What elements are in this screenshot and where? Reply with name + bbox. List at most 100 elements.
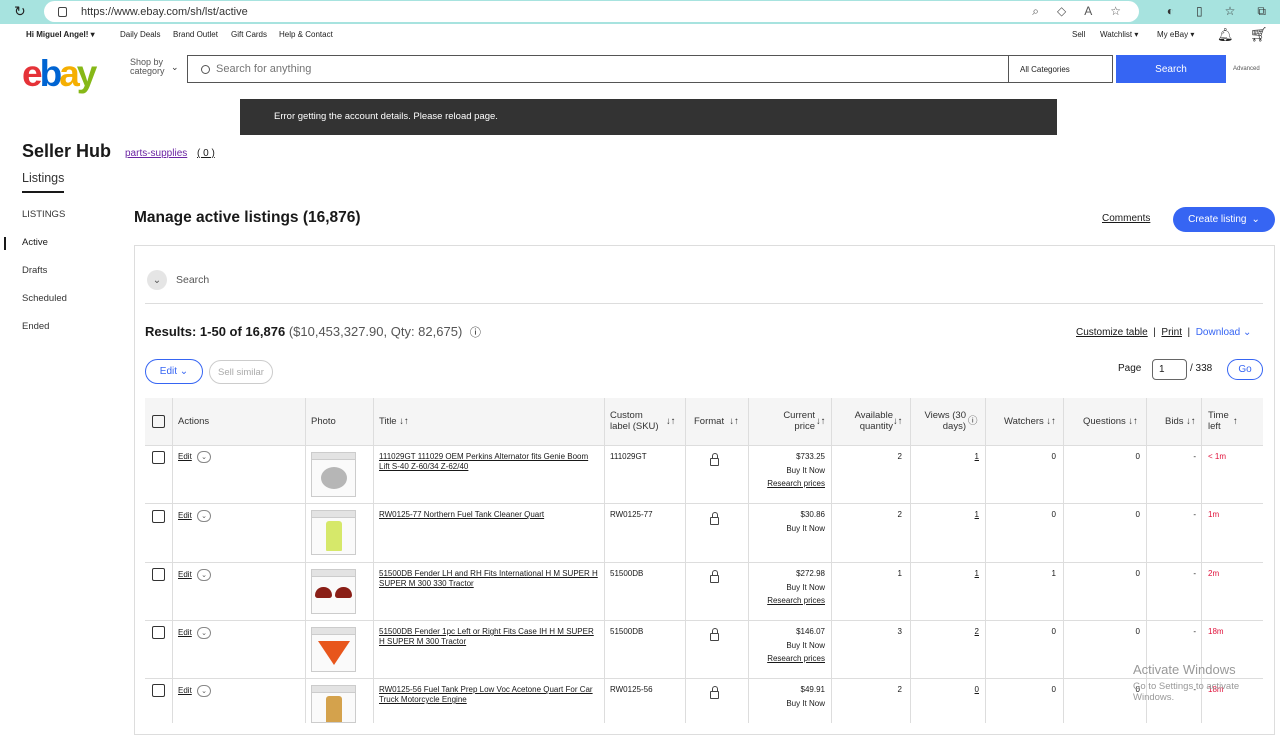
col-price[interactable]: Current price: [779, 410, 815, 432]
sort-ascending-icon[interactable]: ↑: [1233, 416, 1238, 427]
row-checkbox[interactable]: [152, 510, 165, 523]
search-button[interactable]: Search: [1116, 55, 1226, 83]
my-ebay-menu[interactable]: My eBay ▾: [1157, 30, 1194, 39]
chevron-down-icon[interactable]: ⌄: [197, 569, 211, 581]
col-bids[interactable]: Bids ↓↑: [1165, 416, 1196, 427]
research-prices-link[interactable]: Research prices: [735, 477, 825, 491]
col-views[interactable]: Views (30 days): [920, 410, 966, 432]
col-watchers[interactable]: Watchers ↓↑: [1004, 416, 1056, 427]
chevron-down-icon[interactable]: ⌄: [197, 627, 211, 639]
chevron-down-icon[interactable]: ⌄: [197, 451, 211, 463]
row-checkbox[interactable]: [152, 568, 165, 581]
cart-icon[interactable]: 🛒︎: [1250, 26, 1268, 43]
store-link[interactable]: parts-supplies: [125, 148, 187, 159]
customize-table-link[interactable]: Customize table: [1076, 327, 1148, 338]
tag-icon[interactable]: ◇: [1057, 4, 1066, 19]
info-icon[interactable]: ⓘ: [470, 327, 481, 339]
listing-title[interactable]: 51500DB Fender 1pc Left or Right Fits Ca…: [379, 627, 601, 647]
listing-photo-cleaner[interactable]: [311, 510, 356, 555]
brand-outlet-link[interactable]: Brand Outlet: [173, 30, 218, 39]
col-time-left[interactable]: Time left: [1208, 410, 1229, 432]
views-count[interactable]: 2: [960, 627, 979, 636]
col-format[interactable]: Format ↓↑: [694, 416, 739, 427]
help-contact-link[interactable]: Help & Contact: [279, 30, 333, 39]
sidebar-heading[interactable]: LISTINGS: [22, 209, 65, 220]
research-prices-link[interactable]: Research prices: [735, 594, 825, 608]
bulk-edit-button[interactable]: Edit ⌄: [145, 359, 203, 384]
lock-icon[interactable]: [58, 6, 67, 17]
url-text[interactable]: https://www.ebay.com/sh/lst/active: [81, 6, 248, 18]
read-aloud-icon[interactable]: A: [1084, 4, 1092, 19]
views-count[interactable]: 1: [960, 510, 979, 519]
row-checkbox[interactable]: [152, 684, 165, 697]
sort-icon[interactable]: ↓↑: [666, 416, 676, 427]
fender-shape: [317, 641, 350, 665]
listing-title[interactable]: RW0125-56 Fuel Tank Prep Low Voc Acetone…: [379, 685, 601, 705]
sell-link[interactable]: Sell: [1072, 30, 1085, 39]
ebay-logo[interactable]: ebay: [22, 53, 97, 95]
views-count[interactable]: 1: [960, 452, 979, 461]
sort-icon[interactable]: ↓↑: [816, 416, 826, 427]
reload-icon[interactable]: ↻: [14, 3, 26, 20]
sidebar-item-scheduled[interactable]: Scheduled: [22, 293, 67, 304]
sidebar-item-drafts[interactable]: Drafts: [22, 265, 47, 276]
sell-similar-button[interactable]: Sell similar: [209, 360, 273, 384]
col-questions[interactable]: Questions ↓↑: [1083, 416, 1138, 427]
listing-title[interactable]: 51500DB Fender LH and RH Fits Internatio…: [379, 569, 601, 589]
sidebar-item-ended[interactable]: Ended: [22, 321, 49, 332]
row-edit-link[interactable]: Edit: [178, 628, 192, 637]
listing-photo-alternator[interactable]: [311, 452, 356, 497]
chevron-down-icon[interactable]: ⌄: [197, 685, 211, 697]
sort-icon[interactable]: ↓↑: [893, 416, 903, 427]
row-checkbox[interactable]: [152, 626, 165, 639]
store-count[interactable]: ( 0 ): [197, 148, 215, 159]
select-all-checkbox[interactable]: [152, 415, 165, 428]
research-prices-link[interactable]: Research prices: [735, 652, 825, 666]
go-button[interactable]: Go: [1227, 359, 1263, 380]
expand-search-icon[interactable]: ⌄: [147, 270, 167, 290]
collections-icon[interactable]: ⧉: [1257, 4, 1266, 19]
greeting-menu[interactable]: Hi Miguel Angel! ▾: [26, 30, 95, 39]
category-select[interactable]: All Categories: [1008, 56, 1113, 82]
row-edit-link[interactable]: Edit: [178, 686, 192, 695]
watchlist-menu[interactable]: Watchlist ▾: [1100, 30, 1138, 39]
extensions-icon[interactable]: ◐: [1167, 4, 1174, 19]
zoom-icon[interactable]: ⌕: [1032, 4, 1039, 19]
chevron-down-icon[interactable]: ⌄: [171, 62, 179, 73]
favorite-star-icon[interactable]: ☆: [1110, 4, 1121, 19]
row-checkbox[interactable]: [152, 451, 165, 464]
print-link[interactable]: Print: [1161, 327, 1182, 338]
tab-listings[interactable]: Listings: [22, 171, 65, 193]
listing-title[interactable]: RW0125-77 Northern Fuel Tank Cleaner Qua…: [379, 510, 601, 520]
col-sku[interactable]: Custom label (SKU): [610, 410, 659, 432]
views-count[interactable]: 0: [960, 685, 979, 694]
page-label: Page: [1118, 363, 1142, 374]
info-icon[interactable]: ⓘ: [968, 416, 978, 427]
chevron-down-icon[interactable]: ⌄: [197, 510, 211, 522]
search-input[interactable]: [216, 63, 996, 75]
row-edit-link[interactable]: Edit: [178, 452, 192, 461]
views-count[interactable]: 1: [960, 569, 979, 578]
address-bar[interactable]: https://www.ebay.com/sh/lst/active ⌕ ◇ A…: [44, 1, 1139, 22]
shop-by-category-button[interactable]: Shop by category: [130, 58, 165, 76]
col-quantity[interactable]: Available quantity: [850, 410, 893, 432]
notification-bell-icon[interactable]: 🔔︎: [1217, 27, 1234, 43]
row-edit-link[interactable]: Edit: [178, 570, 192, 579]
favorites-icon[interactable]: ☆: [1225, 4, 1236, 19]
listing-photo-fender[interactable]: [311, 627, 356, 672]
listing-photo-acetone[interactable]: [311, 685, 356, 723]
col-title[interactable]: Title ↓↑: [379, 416, 409, 427]
daily-deals-link[interactable]: Daily Deals: [120, 30, 160, 39]
advanced-search-link[interactable]: Advanced: [1233, 66, 1260, 72]
search-filter-label[interactable]: Search: [176, 274, 209, 286]
download-link[interactable]: Download ⌄: [1196, 327, 1252, 338]
create-listing-button[interactable]: Create listing ⌄: [1173, 207, 1275, 232]
comments-link[interactable]: Comments: [1102, 213, 1150, 224]
page-number-input[interactable]: 1: [1152, 359, 1187, 380]
sidebar-item-active[interactable]: Active: [22, 237, 48, 248]
listing-title[interactable]: 111029GT 111029 OEM Perkins Alternator f…: [379, 452, 601, 472]
gift-cards-link[interactable]: Gift Cards: [231, 30, 267, 39]
row-edit-link[interactable]: Edit: [178, 511, 192, 520]
split-screen-icon[interactable]: ▯: [1196, 4, 1203, 19]
listing-photo-fenders[interactable]: [311, 569, 356, 614]
